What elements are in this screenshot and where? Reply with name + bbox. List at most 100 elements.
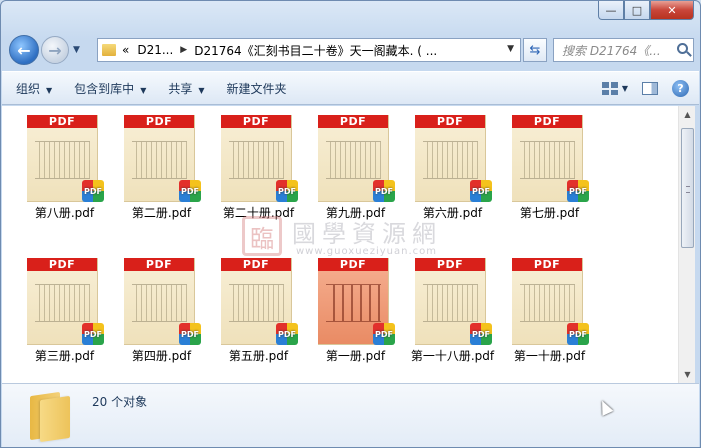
breadcrumb-overflow[interactable]: «	[122, 43, 129, 57]
pdf-badge-label: PDF	[569, 329, 587, 339]
refresh-button[interactable]: ⇆	[523, 38, 547, 62]
pdf-label: PDF	[318, 258, 388, 271]
file-name: 第一十八册.pdf	[410, 349, 495, 363]
chevron-down-icon: ▼	[46, 85, 53, 95]
file-name: 第二册.pdf	[131, 206, 192, 220]
file-name: 第八册.pdf	[34, 206, 95, 220]
help-icon[interactable]: ?	[672, 80, 689, 97]
page-preview	[229, 284, 284, 322]
scroll-down-icon[interactable]: ▼	[679, 366, 696, 383]
pdf-label: PDF	[27, 115, 97, 128]
include-in-library-button[interactable]: 包含到库中 ▼	[74, 80, 146, 97]
file-grid: PDF PDF 第八册.pdf PDF PDF 第二册.pdf PDF PDF 第二十册.pdf…	[22, 115, 604, 391]
pdf-app-icon: PDF	[373, 180, 395, 202]
file-item[interactable]: PDF PDF 第五册.pdf	[216, 258, 313, 391]
scroll-up-icon[interactable]: ▲	[679, 106, 696, 123]
include-in-library-label: 包含到库中	[74, 81, 135, 96]
page-preview	[132, 284, 187, 322]
pdf-badge-label: PDF	[181, 329, 199, 339]
pdf-badge-label: PDF	[181, 186, 199, 196]
address-dropdown-icon[interactable]: ▼	[507, 44, 514, 54]
forward-button[interactable]: →	[41, 36, 69, 64]
file-item[interactable]: PDF PDF 第八册.pdf	[22, 115, 119, 248]
pdf-label: PDF	[512, 258, 582, 271]
pdf-label: PDF	[318, 115, 388, 128]
file-item[interactable]: PDF PDF 第二十册.pdf	[216, 115, 313, 248]
forward-arrow-icon: →	[48, 40, 62, 60]
chevron-down-icon: ▼	[140, 85, 147, 95]
page-preview	[229, 141, 284, 179]
file-name: 第一册.pdf	[325, 349, 386, 363]
pdf-badge-label: PDF	[278, 329, 296, 339]
pdf-label: PDF	[415, 115, 485, 128]
pdf-app-icon: PDF	[82, 180, 104, 202]
maximize-button[interactable]: □	[624, 1, 650, 20]
page-preview	[326, 141, 381, 179]
file-item[interactable]: PDF PDF 第一十八册.pdf	[410, 258, 507, 391]
command-bar: 组织 ▼ 包含到库中 ▼ 共享 ▼ 新建文件夹 ▼ ?	[2, 71, 699, 105]
pdf-badge-label: PDF	[472, 186, 490, 196]
file-item[interactable]: PDF PDF 第二册.pdf	[119, 115, 216, 248]
search-icon[interactable]	[677, 43, 688, 54]
file-name: 第六册.pdf	[422, 206, 483, 220]
file-item[interactable]: PDF PDF 第一册.pdf	[313, 258, 410, 391]
change-view-icon[interactable]	[601, 82, 618, 95]
new-folder-button[interactable]: 新建文件夹	[227, 80, 287, 97]
minimize-button[interactable]: —	[598, 1, 624, 20]
pdf-badge-label: PDF	[84, 329, 102, 339]
scrollbar-thumb[interactable]	[681, 128, 694, 248]
file-item[interactable]: PDF PDF 第六册.pdf	[410, 115, 507, 248]
page-preview	[326, 284, 381, 322]
pdf-label: PDF	[415, 258, 485, 271]
pdf-app-icon: PDF	[179, 323, 201, 345]
file-name: 第二十册.pdf	[222, 206, 295, 220]
file-name: 第九册.pdf	[325, 206, 386, 220]
pdf-badge-label: PDF	[569, 186, 587, 196]
toolbar-right: ▼ ?	[601, 80, 689, 97]
page-preview	[520, 284, 575, 322]
preview-pane-icon[interactable]	[642, 82, 658, 95]
organize-label: 组织	[16, 81, 41, 96]
pdf-app-icon: PDF	[567, 180, 589, 202]
vertical-scrollbar[interactable]: ▲ ▼	[678, 106, 695, 383]
pdf-badge-label: PDF	[375, 186, 393, 196]
pdf-badge-label: PDF	[84, 186, 102, 196]
organize-button[interactable]: 组织 ▼	[16, 80, 52, 97]
grip-icon	[686, 186, 690, 193]
file-item[interactable]: PDF PDF 第一十册.pdf	[507, 258, 604, 391]
share-button[interactable]: 共享 ▼	[168, 80, 204, 97]
breadcrumb-separator-icon[interactable]: ▶	[180, 45, 187, 55]
page-preview	[423, 141, 478, 179]
close-button[interactable]: ✕	[650, 1, 694, 20]
page-preview	[132, 141, 187, 179]
recent-pages-dropdown-icon[interactable]: ▼	[73, 45, 80, 55]
pdf-label: PDF	[27, 258, 97, 271]
page-preview	[35, 141, 90, 179]
view-dropdown-icon[interactable]: ▼	[622, 84, 628, 93]
file-name: 第七册.pdf	[519, 206, 580, 220]
search-placeholder: 搜索 D21764《...	[562, 43, 661, 58]
address-bar[interactable]: « D21... ▶ D21764《汇刻书目二十卷》天一阁藏本. ( ... ▼	[97, 38, 521, 62]
back-arrow-icon: ←	[17, 40, 31, 60]
file-name: 第一十册.pdf	[513, 349, 586, 363]
breadcrumb-item[interactable]: D21...	[137, 43, 173, 57]
search-input[interactable]: 搜索 D21764《...	[553, 38, 694, 62]
file-item[interactable]: PDF PDF 第七册.pdf	[507, 115, 604, 248]
file-item[interactable]: PDF PDF 第四册.pdf	[119, 258, 216, 391]
file-name: 第四册.pdf	[131, 349, 192, 363]
breadcrumb-current[interactable]: D21764《汇刻书目二十卷》天一阁藏本. ( ...	[194, 42, 437, 59]
pdf-label: PDF	[124, 115, 194, 128]
chevron-down-icon: ▼	[198, 85, 205, 95]
pdf-app-icon: PDF	[373, 323, 395, 345]
page-preview	[35, 284, 90, 322]
details-pane: 20 个对象	[2, 383, 699, 447]
refresh-icon: ⇆	[529, 42, 541, 58]
file-list: PDF PDF 第八册.pdf PDF PDF 第二册.pdf PDF PDF 第二十册.pdf…	[2, 106, 678, 383]
folder-icon	[102, 44, 116, 56]
file-item[interactable]: PDF PDF 第三册.pdf	[22, 258, 119, 391]
explorer-window: — □ ✕ ← → ▼ « D21... ▶ D21764《汇刻书目二十卷》天一…	[0, 0, 701, 448]
caption-buttons: — □ ✕	[598, 1, 694, 20]
back-button[interactable]: ←	[9, 35, 39, 65]
pdf-label: PDF	[124, 258, 194, 271]
file-item[interactable]: PDF PDF 第九册.pdf	[313, 115, 410, 248]
